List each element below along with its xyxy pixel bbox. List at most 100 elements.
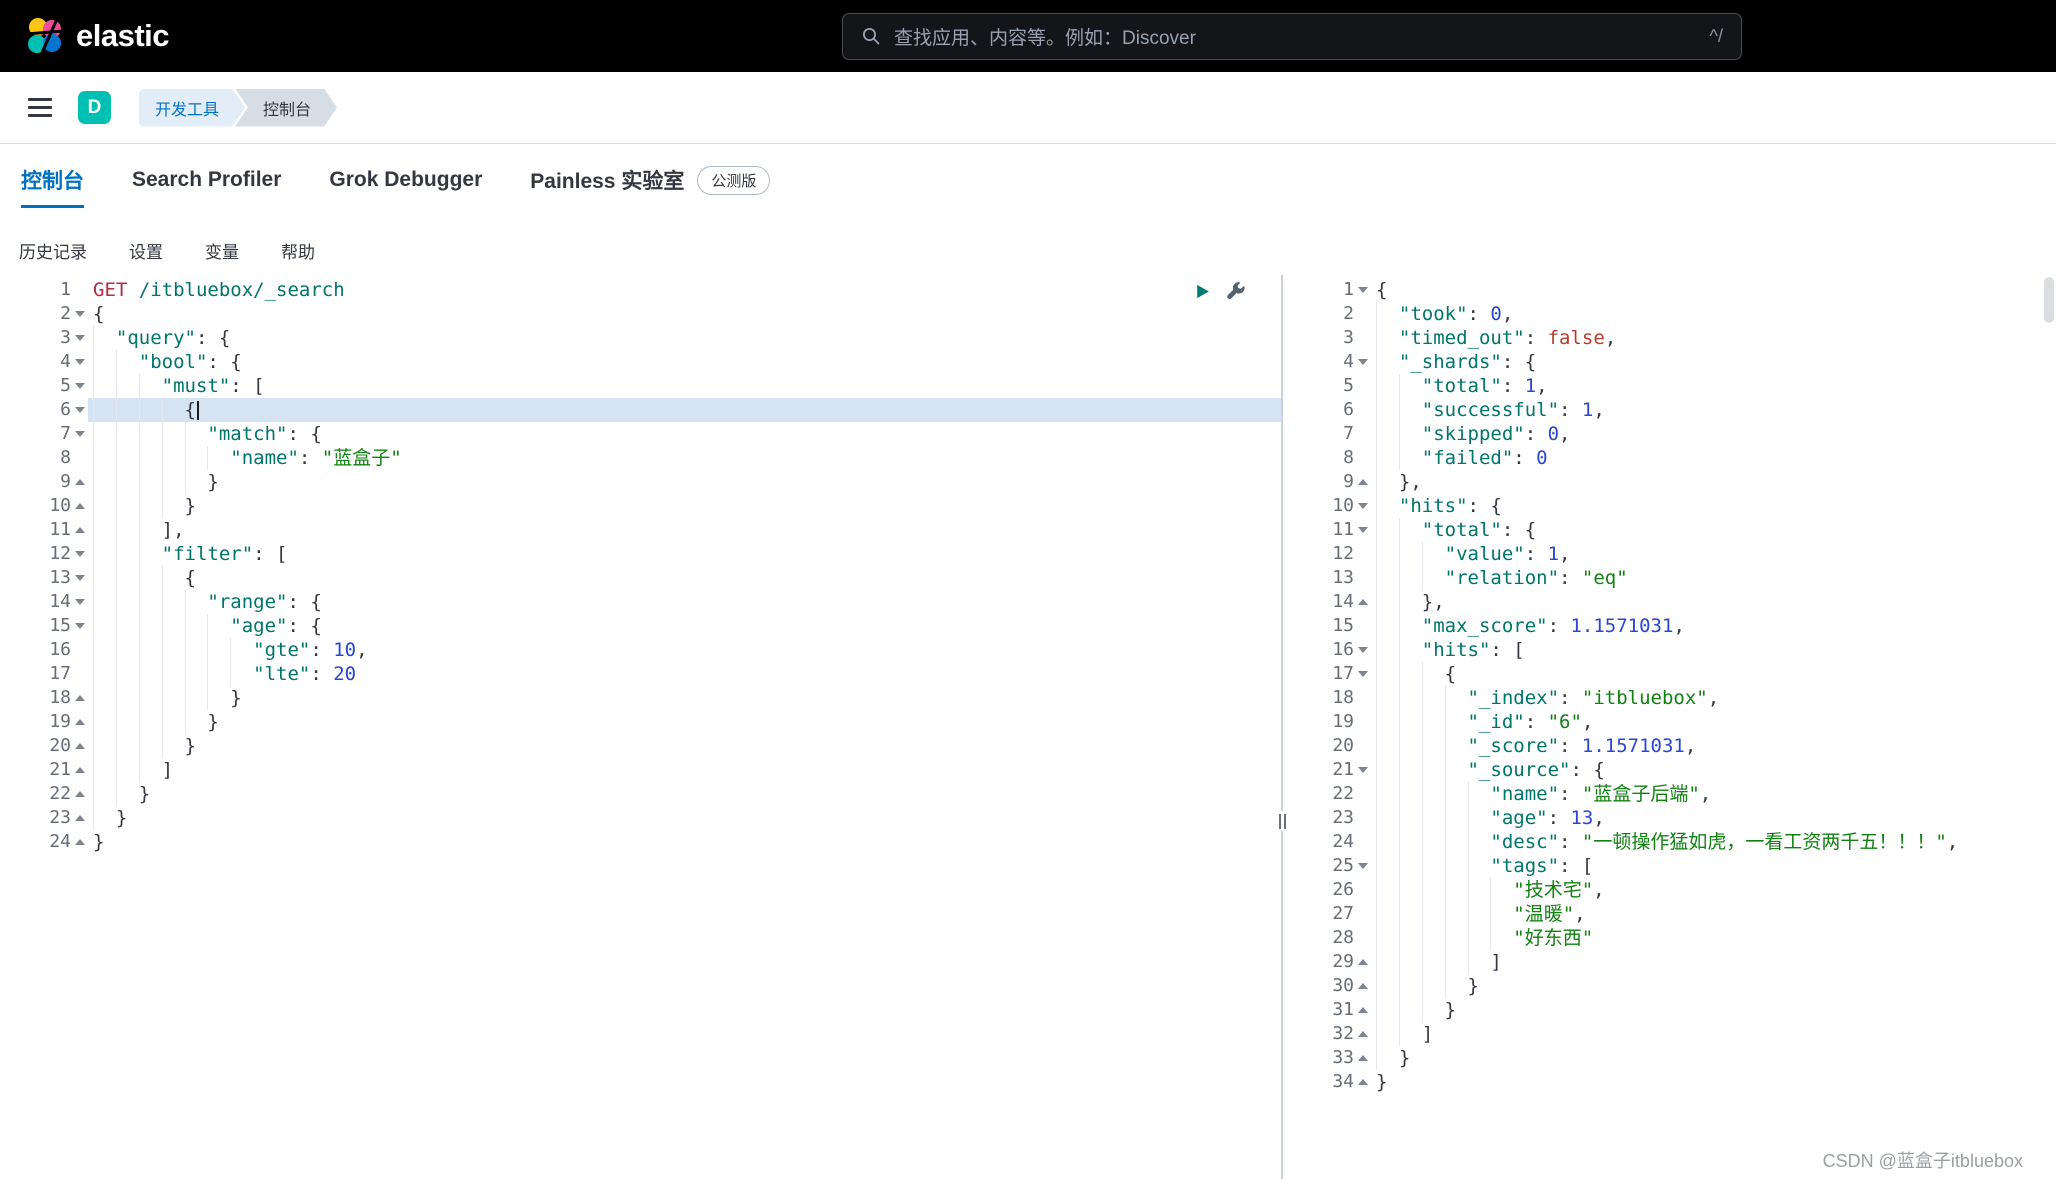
code-content[interactable]: } <box>1371 1046 2056 1070</box>
code-content[interactable]: "total": 1, <box>1371 374 2056 398</box>
nav-menu-icon[interactable] <box>28 98 52 117</box>
tab-grok-debugger[interactable]: Grok Debugger <box>329 144 482 216</box>
breadcrumb-2[interactable]: 控制台 <box>235 89 337 127</box>
fold-toggle-icon[interactable] <box>71 503 88 509</box>
code-content[interactable]: "range": { <box>88 590 1281 614</box>
code-content[interactable]: "query": { <box>88 326 1281 350</box>
fold-toggle-icon[interactable] <box>71 527 88 533</box>
fold-toggle-icon[interactable] <box>71 359 88 365</box>
fold-toggle-icon[interactable] <box>1354 527 1371 533</box>
fold-toggle-icon[interactable] <box>1354 599 1371 605</box>
fold-toggle-icon[interactable] <box>71 791 88 797</box>
code-content[interactable]: "name": "蓝盒子后端", <box>1371 782 2056 806</box>
dev-tools-app-badge[interactable]: D <box>78 91 111 124</box>
code-content[interactable]: { <box>1371 278 2056 302</box>
code-content[interactable]: ], <box>88 518 1281 542</box>
code-content[interactable]: "hits": { <box>1371 494 2056 518</box>
fold-toggle-icon[interactable] <box>71 815 88 821</box>
code-content[interactable]: "failed": 0 <box>1371 446 2056 470</box>
fold-toggle-icon[interactable] <box>71 575 88 581</box>
code-content[interactable]: "bool": { <box>88 350 1281 374</box>
code-content[interactable]: "filter": [ <box>88 542 1281 566</box>
code-content[interactable]: "match": { <box>88 422 1281 446</box>
fold-toggle-icon[interactable] <box>1354 983 1371 989</box>
wrench-icon[interactable] <box>1226 282 1245 301</box>
code-content[interactable]: GET /itbluebox/_search <box>88 278 1281 302</box>
fold-toggle-icon[interactable] <box>71 599 88 605</box>
fold-toggle-icon[interactable] <box>1354 1055 1371 1061</box>
code-content[interactable]: } <box>88 494 1281 518</box>
code-content[interactable]: "max_score": 1.1571031, <box>1371 614 2056 638</box>
fold-toggle-icon[interactable] <box>1354 959 1371 965</box>
code-content[interactable]: "gte": 10, <box>88 638 1281 662</box>
menu-item-variables[interactable]: 变量 <box>205 238 239 263</box>
request-editor[interactable]: 1GET /itbluebox/_search2{3"query": {4"bo… <box>0 275 1281 1179</box>
code-content[interactable]: } <box>88 470 1281 494</box>
fold-toggle-icon[interactable] <box>1354 479 1371 485</box>
fold-toggle-icon[interactable] <box>71 743 88 749</box>
elastic-logo[interactable]: elastic <box>26 17 169 55</box>
code-content[interactable]: "_shards": { <box>1371 350 2056 374</box>
code-content[interactable]: } <box>88 710 1281 734</box>
code-content[interactable]: { <box>88 398 1281 422</box>
fold-toggle-icon[interactable] <box>1354 503 1371 509</box>
fold-toggle-icon[interactable] <box>1354 359 1371 365</box>
fold-toggle-icon[interactable] <box>1354 287 1371 293</box>
code-content[interactable]: "age": 13, <box>1371 806 2056 830</box>
code-content[interactable]: "successful": 1, <box>1371 398 2056 422</box>
global-search-input[interactable]: 查找应用、内容等。例如：Discover ^/ <box>842 13 1742 60</box>
fold-toggle-icon[interactable] <box>71 551 88 557</box>
response-viewer[interactable]: 1{2"took": 0,3"timed_out": false,4"_shar… <box>1283 275 2056 1179</box>
menu-item-history[interactable]: 历史记录 <box>19 238 87 263</box>
code-content[interactable]: "技术宅", <box>1371 878 2056 902</box>
code-content[interactable]: "took": 0, <box>1371 302 2056 326</box>
fold-toggle-icon[interactable] <box>71 719 88 725</box>
code-content[interactable]: } <box>88 686 1281 710</box>
code-content[interactable]: { <box>1371 662 2056 686</box>
breadcrumb-1[interactable]: 开发工具 <box>139 89 245 127</box>
code-content[interactable]: "desc": "一顿操作猛如虎，一看工资两千五！！！", <box>1371 830 2056 854</box>
code-content[interactable]: }, <box>1371 470 2056 494</box>
fold-toggle-icon[interactable] <box>71 383 88 389</box>
code-content[interactable]: } <box>88 806 1281 830</box>
fold-toggle-icon[interactable] <box>1354 767 1371 773</box>
code-content[interactable]: "_source": { <box>1371 758 2056 782</box>
code-content[interactable]: "must": [ <box>88 374 1281 398</box>
code-content[interactable]: "tags": [ <box>1371 854 2056 878</box>
fold-toggle-icon[interactable] <box>1354 863 1371 869</box>
fold-toggle-icon[interactable] <box>1354 1031 1371 1037</box>
code-content[interactable]: "_id": "6", <box>1371 710 2056 734</box>
tab-search-profiler[interactable]: Search Profiler <box>132 144 281 216</box>
code-content[interactable]: "温暖", <box>1371 902 2056 926</box>
fold-toggle-icon[interactable] <box>71 695 88 701</box>
code-content[interactable]: "skipped": 0, <box>1371 422 2056 446</box>
code-content[interactable]: { <box>88 566 1281 590</box>
fold-toggle-icon[interactable] <box>1354 1079 1371 1085</box>
code-content[interactable]: ] <box>88 758 1281 782</box>
scrollbar-thumb[interactable] <box>2044 277 2054 323</box>
code-content[interactable]: "total": { <box>1371 518 2056 542</box>
code-content[interactable]: "hits": [ <box>1371 638 2056 662</box>
fold-toggle-icon[interactable] <box>1354 1007 1371 1013</box>
code-content[interactable]: "value": 1, <box>1371 542 2056 566</box>
code-content[interactable]: ] <box>1371 1022 2056 1046</box>
fold-toggle-icon[interactable] <box>1354 671 1371 677</box>
fold-toggle-icon[interactable] <box>71 479 88 485</box>
fold-toggle-icon[interactable] <box>71 311 88 317</box>
fold-toggle-icon[interactable] <box>71 407 88 413</box>
code-content[interactable]: { <box>88 302 1281 326</box>
fold-toggle-icon[interactable] <box>71 767 88 773</box>
code-content[interactable]: } <box>88 734 1281 758</box>
menu-item-help[interactable]: 帮助 <box>281 238 315 263</box>
tab-painless-lab[interactable]: Painless 实验室公测版 <box>530 144 770 216</box>
tab-console[interactable]: 控制台 <box>21 144 84 216</box>
code-content[interactable]: } <box>1371 974 2056 998</box>
code-content[interactable]: "_score": 1.1571031, <box>1371 734 2056 758</box>
fold-toggle-icon[interactable] <box>71 431 88 437</box>
fold-toggle-icon[interactable] <box>71 839 88 845</box>
send-request-button[interactable] <box>1194 283 1211 300</box>
code-content[interactable]: "age": { <box>88 614 1281 638</box>
code-content[interactable]: "lte": 20 <box>88 662 1281 686</box>
code-content[interactable]: } <box>88 782 1281 806</box>
code-content[interactable]: } <box>1371 1070 2056 1094</box>
